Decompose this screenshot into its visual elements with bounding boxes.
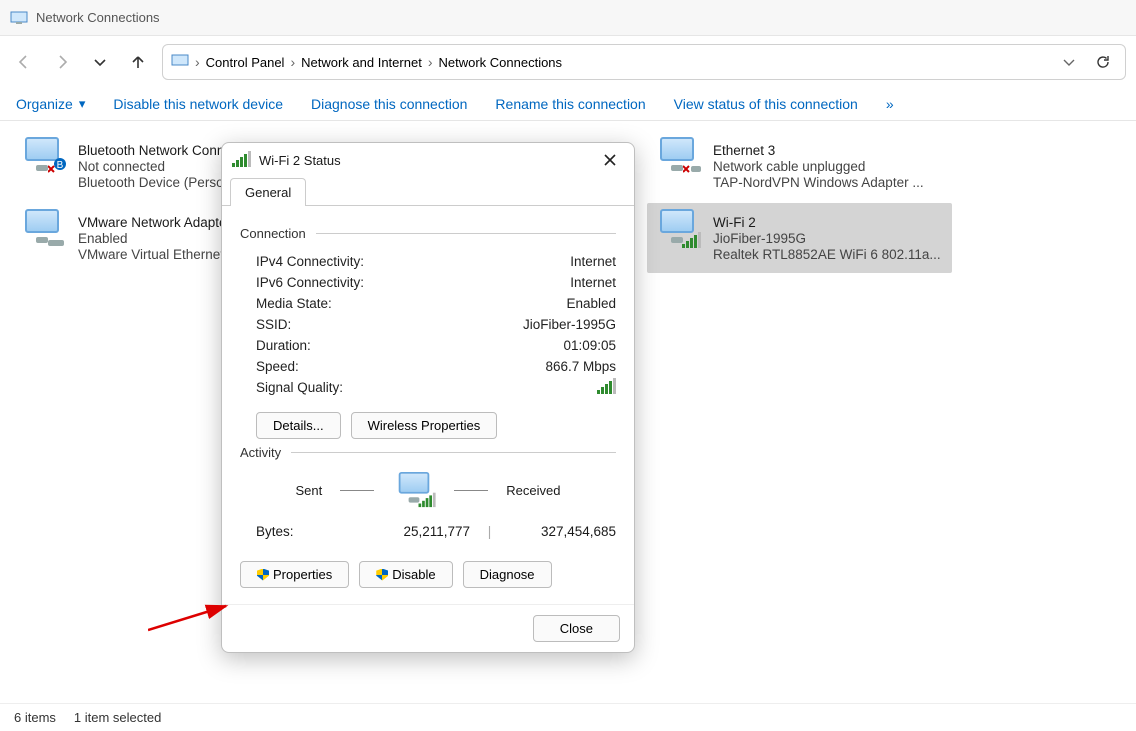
ssid-value: JioFiber-1995G: [523, 317, 616, 332]
connection-device: Realtek RTL8852AE WiFi 6 802.11a...: [713, 247, 941, 262]
connection-name: Ethernet 3: [713, 143, 924, 158]
signal-quality-label: Signal Quality:: [256, 380, 343, 397]
wifi-icon: [232, 153, 251, 167]
dialog-titlebar: Wi-Fi 2 Status: [222, 143, 634, 177]
up-button[interactable]: [124, 48, 152, 76]
sent-label: Sent: [296, 483, 323, 498]
control-panel-icon: [10, 9, 28, 27]
window-title: Network Connections: [36, 10, 160, 25]
view-status-button[interactable]: View status of this connection: [674, 96, 858, 112]
svg-text:B: B: [57, 160, 64, 171]
toolbar: Organize ▾ Disable this network device Di…: [0, 88, 1136, 121]
breadcrumb-control-panel[interactable]: Control Panel: [206, 55, 285, 70]
address-icon: [171, 52, 189, 73]
breadcrumb-network-internet[interactable]: Network and Internet: [301, 55, 422, 70]
back-button[interactable]: [10, 48, 38, 76]
bytes-received: 327,454,685: [509, 524, 616, 539]
titlebar: Network Connections: [0, 0, 1136, 36]
group-activity: Activity: [240, 445, 616, 460]
ipv4-value: Internet: [570, 254, 616, 269]
signal-quality-value: [597, 380, 616, 397]
refresh-button[interactable]: [1089, 48, 1117, 76]
duration-value: 01:09:05: [563, 338, 616, 353]
rename-connection-button[interactable]: Rename this connection: [495, 96, 645, 112]
status-bar: 6 items 1 item selected: [0, 703, 1136, 731]
diagnose-button[interactable]: Diagnose: [463, 561, 552, 588]
recent-locations-button[interactable]: [86, 48, 114, 76]
organize-menu[interactable]: Organize: [16, 96, 73, 112]
ipv4-label: IPv4 Connectivity:: [256, 254, 364, 269]
disable-device-button[interactable]: Disable this network device: [113, 96, 283, 112]
address-bar[interactable]: › Control Panel › Network and Internet ›…: [162, 44, 1126, 80]
wireless-properties-button[interactable]: Wireless Properties: [351, 412, 498, 439]
ipv6-label: IPv6 Connectivity:: [256, 275, 364, 290]
selected-count: 1 item selected: [74, 710, 161, 725]
shield-icon: [257, 569, 269, 581]
shield-icon: [376, 569, 388, 581]
connection-icon: B: [20, 137, 70, 187]
close-button[interactable]: [596, 146, 624, 174]
forward-button[interactable]: [48, 48, 76, 76]
connection-icon: [655, 137, 705, 187]
connection-status: Network cable unplugged: [713, 159, 924, 174]
list-item[interactable]: Wi-Fi 2 JioFiber-1995G Realtek RTL8852AE…: [647, 203, 952, 273]
address-dropdown[interactable]: [1055, 48, 1083, 76]
tab-strip: General: [222, 177, 634, 205]
ssid-label: SSID:: [256, 317, 291, 332]
ipv6-value: Internet: [570, 275, 616, 290]
details-button[interactable]: Details...: [256, 412, 341, 439]
speed-value: 866.7 Mbps: [545, 359, 616, 374]
disable-button[interactable]: Disable: [359, 561, 452, 588]
bytes-label: Bytes:: [256, 524, 363, 539]
diagnose-connection-button[interactable]: Diagnose this connection: [311, 96, 467, 112]
connection-icon: [655, 209, 705, 259]
more-button[interactable]: »: [886, 96, 894, 112]
bytes-sent: 25,211,777: [363, 524, 470, 539]
tab-general[interactable]: General: [230, 178, 306, 206]
connection-name: Wi-Fi 2: [713, 215, 941, 230]
group-connection: Connection: [240, 226, 616, 241]
duration-label: Duration:: [256, 338, 311, 353]
connection-device: TAP-NordVPN Windows Adapter ...: [713, 175, 924, 190]
dialog-title: Wi-Fi 2 Status: [259, 153, 341, 168]
media-label: Media State:: [256, 296, 332, 311]
breadcrumb-network-connections[interactable]: Network Connections: [438, 55, 562, 70]
list-item[interactable]: Ethernet 3 Network cable unplugged TAP-N…: [647, 131, 952, 201]
wifi-status-dialog: Wi-Fi 2 Status General Connection IPv4 C…: [221, 142, 635, 653]
media-value: Enabled: [566, 296, 616, 311]
chevron-right-icon: ›: [195, 54, 200, 70]
connection-status: JioFiber-1995G: [713, 231, 941, 246]
activity-icon: [392, 470, 436, 510]
item-count: 6 items: [14, 710, 56, 725]
connection-icon: [20, 209, 70, 259]
received-label: Received: [506, 483, 560, 498]
properties-button[interactable]: Properties: [240, 561, 349, 588]
close-dialog-button[interactable]: Close: [533, 615, 620, 642]
chevron-down-icon: ▾: [79, 96, 86, 112]
navbar: › Control Panel › Network and Internet ›…: [0, 36, 1136, 88]
speed-label: Speed:: [256, 359, 299, 374]
